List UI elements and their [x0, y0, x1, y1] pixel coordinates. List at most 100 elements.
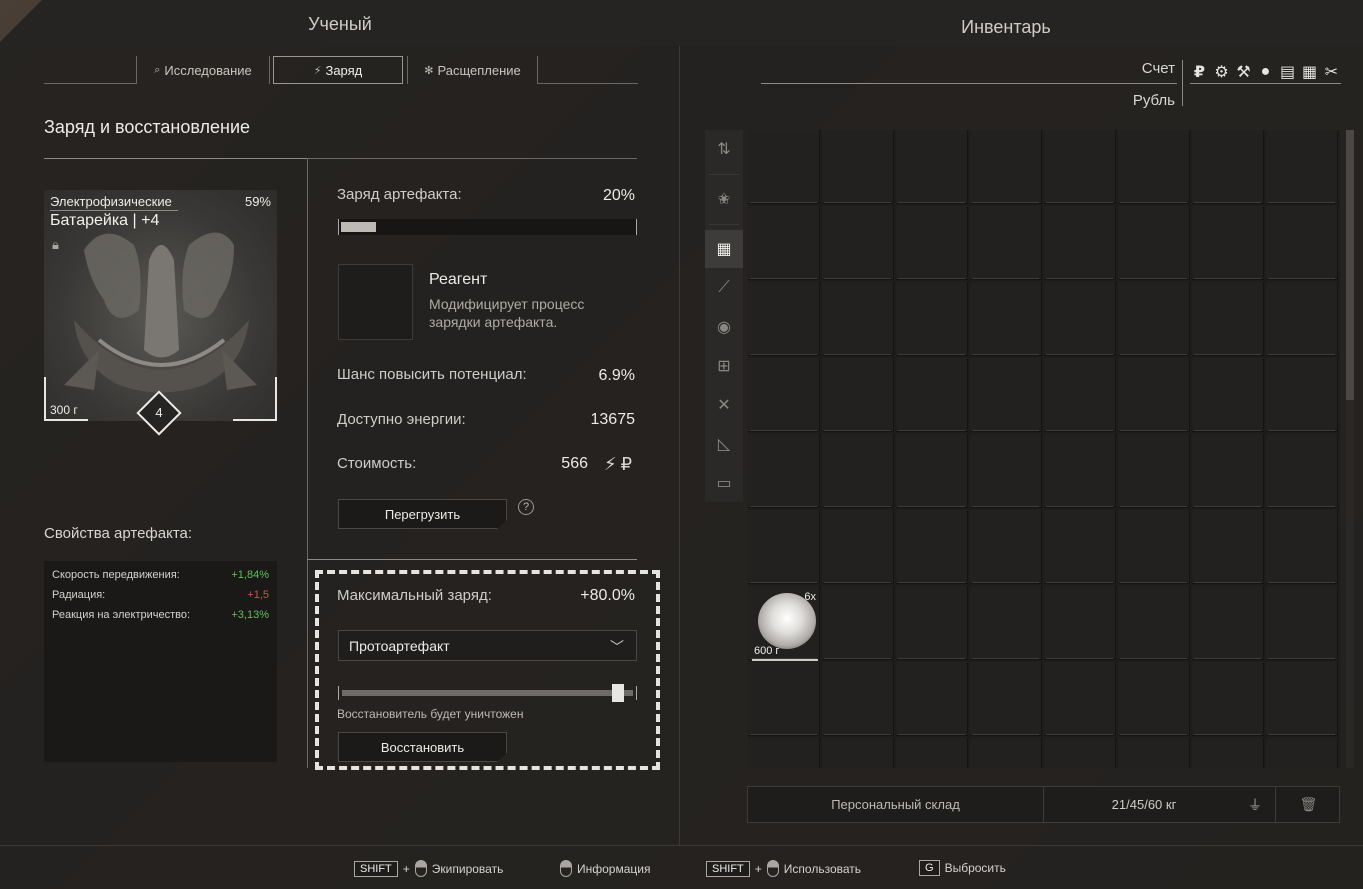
inventory-cell[interactable] [1118, 738, 1190, 768]
inventory-cell[interactable] [748, 282, 820, 356]
inventory-cell[interactable] [1192, 662, 1264, 736]
inventory-cell[interactable] [1266, 510, 1338, 584]
inventory-cell[interactable] [1192, 738, 1264, 768]
inventory-cell[interactable] [822, 738, 894, 768]
inventory-cell[interactable] [1266, 206, 1338, 280]
inventory-cell[interactable] [1266, 738, 1338, 768]
trash-icon[interactable]: 🗑︎ [1275, 787, 1341, 822]
inventory-cell[interactable] [1044, 510, 1116, 584]
inventory-cell[interactable] [748, 434, 820, 508]
sort-icon[interactable]: ⇅ [705, 130, 743, 168]
restore-button[interactable]: Восстановить [338, 732, 507, 762]
inventory-cell[interactable] [822, 130, 894, 204]
inventory-cell[interactable] [748, 662, 820, 736]
wrench-icon[interactable]: ✕ [705, 386, 743, 424]
inventory-cell[interactable] [822, 586, 894, 660]
artifact-card[interactable]: Электрофизические 59% Батарейка | +4 🔒︎ … [44, 190, 277, 421]
stash-selector[interactable]: Персональный склад [748, 787, 1044, 822]
inventory-grid[interactable] [748, 130, 1340, 768]
inventory-cell[interactable] [970, 206, 1042, 280]
inventory-cell[interactable] [896, 358, 968, 432]
inventory-cell[interactable] [1192, 586, 1264, 660]
inventory-cell[interactable] [1118, 510, 1190, 584]
restorer-dropdown[interactable]: Протоартефакт ﹀ [338, 630, 637, 661]
tab-research[interactable]: ⌕ Исследование [136, 56, 270, 84]
inventory-cell[interactable] [970, 662, 1042, 736]
inventory-cell[interactable] [1044, 662, 1116, 736]
medkit-icon[interactable]: ⊞ [705, 347, 743, 385]
inventory-cell[interactable] [970, 282, 1042, 356]
restore-slider[interactable] [338, 684, 637, 702]
ruler-icon[interactable]: ◺ [705, 425, 743, 463]
inventory-cell[interactable] [1118, 662, 1190, 736]
inventory-cell[interactable] [970, 510, 1042, 584]
inventory-cell[interactable] [896, 738, 968, 768]
scrollbar-thumb[interactable] [1346, 130, 1354, 400]
inventory-cell[interactable] [1044, 358, 1116, 432]
gear-icon[interactable]: ⚙ [1212, 62, 1231, 82]
ticket-icon[interactable]: ▤ [1278, 62, 1297, 82]
grid-icon[interactable]: ▦ [705, 230, 743, 268]
inventory-cell[interactable] [970, 130, 1042, 204]
inventory-cell[interactable] [1192, 206, 1264, 280]
inventory-cell[interactable] [748, 206, 820, 280]
inventory-cell[interactable] [1192, 282, 1264, 356]
inventory-cell[interactable] [896, 586, 968, 660]
inventory-cell[interactable] [896, 510, 968, 584]
inventory-cell[interactable] [1192, 434, 1264, 508]
inventory-cell[interactable] [970, 738, 1042, 768]
inventory-cell[interactable] [896, 434, 968, 508]
inventory-cell[interactable] [1044, 206, 1116, 280]
slider-thumb[interactable] [611, 684, 624, 702]
inventory-item[interactable]: 6x 600 г [750, 589, 818, 661]
inventory-cell[interactable] [748, 130, 820, 204]
inventory-cell[interactable] [1118, 206, 1190, 280]
inventory-cell[interactable] [896, 662, 968, 736]
inventory-cell[interactable] [748, 510, 820, 584]
weapon-icon[interactable]: ⟋ [705, 269, 743, 307]
inventory-cell[interactable] [1044, 738, 1116, 768]
inventory-cell[interactable] [970, 358, 1042, 432]
inventory-cell[interactable] [1044, 434, 1116, 508]
inventory-cell[interactable] [822, 358, 894, 432]
inventory-cell[interactable] [822, 434, 894, 508]
inventory-cell[interactable] [1266, 130, 1338, 204]
inventory-cell[interactable] [822, 662, 894, 736]
tab-split[interactable]: ✻ Расщепление [407, 56, 538, 84]
inventory-cell[interactable] [822, 282, 894, 356]
inventory-cell[interactable] [1266, 586, 1338, 660]
help-icon[interactable]: ? [518, 499, 534, 515]
tab-charge[interactable]: ⚡ Заряд [273, 56, 403, 84]
hammer-icon[interactable]: ⚒ [1234, 62, 1253, 82]
inventory-cell[interactable] [1266, 662, 1338, 736]
inventory-cell[interactable] [896, 282, 968, 356]
inventory-cell[interactable] [970, 434, 1042, 508]
card-icon[interactable]: ▦ [1300, 62, 1319, 82]
inventory-cell[interactable] [896, 130, 968, 204]
box-icon[interactable]: ▭ [705, 464, 743, 502]
inventory-cell[interactable] [1118, 130, 1190, 204]
inventory-cell[interactable] [1118, 586, 1190, 660]
inventory-scrollbar[interactable] [1346, 130, 1354, 768]
inventory-cell[interactable] [1266, 358, 1338, 432]
overload-button[interactable]: Перегрузить [338, 499, 507, 529]
inventory-cell[interactable] [822, 206, 894, 280]
inventory-cell[interactable] [1192, 358, 1264, 432]
ruble-icon[interactable]: ₽ [1190, 62, 1209, 82]
inventory-cell[interactable] [1192, 510, 1264, 584]
coin-icon[interactable]: ● [1256, 63, 1275, 81]
inventory-cell[interactable] [896, 206, 968, 280]
star-icon[interactable]: ✬ [705, 180, 743, 218]
reagent-slot[interactable] [338, 264, 413, 340]
tools-icon[interactable]: ✂ [1322, 62, 1341, 82]
inventory-cell[interactable] [1118, 358, 1190, 432]
inventory-cell[interactable] [1266, 282, 1338, 356]
inventory-cell[interactable] [970, 586, 1042, 660]
inventory-cell[interactable] [1044, 282, 1116, 356]
inventory-cell[interactable] [748, 738, 820, 768]
inventory-cell[interactable] [1118, 434, 1190, 508]
inventory-cell[interactable] [1266, 434, 1338, 508]
inventory-cell[interactable] [1192, 130, 1264, 204]
inventory-cell[interactable] [1118, 282, 1190, 356]
artifact-icon[interactable]: ◉ [705, 308, 743, 346]
